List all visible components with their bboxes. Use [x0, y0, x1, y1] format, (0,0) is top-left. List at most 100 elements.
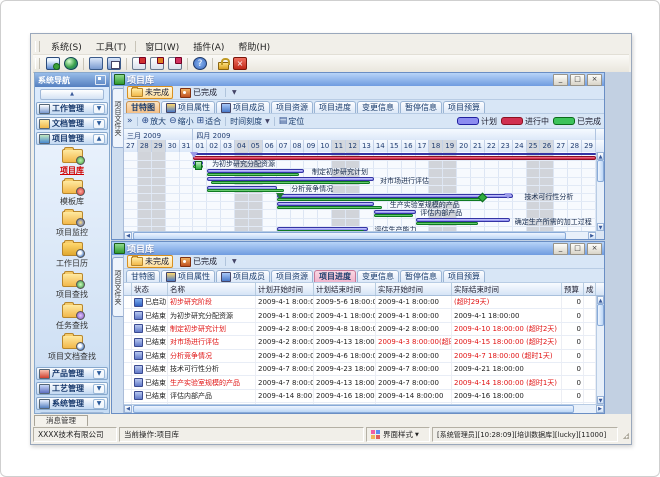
tab-1[interactable]: 项目属性: [161, 270, 215, 282]
tab-2[interactable]: 项目成员: [216, 101, 270, 113]
menubar-grip[interactable]: [35, 41, 40, 52]
sidebar-scroll-down-button[interactable]: ▼: [40, 412, 104, 414]
minimize-button[interactable]: _: [553, 74, 568, 86]
done-bar[interactable]: [207, 173, 299, 176]
ui-style-button[interactable]: 界面样式 ▼: [366, 427, 430, 442]
done-bar[interactable]: [374, 214, 413, 217]
resize-grip[interactable]: [620, 427, 629, 442]
chevron-down-icon[interactable]: ▼: [93, 369, 105, 379]
column-header-0[interactable]: [124, 283, 132, 295]
scroll-up-arrow[interactable]: ▲: [597, 296, 604, 304]
stop-icon[interactable]: [233, 57, 247, 70]
scroll-thumb[interactable]: [597, 160, 604, 182]
tab-5[interactable]: 变更信息: [357, 101, 399, 113]
sidebar-group-1[interactable]: 文档管理▼: [36, 117, 108, 130]
tab-6[interactable]: 暂停信息: [400, 101, 442, 113]
table-horizontal-scrollbar[interactable]: ◀ ▶: [124, 404, 604, 413]
menu-item-0[interactable]: 系统(S): [44, 39, 89, 54]
tab-7[interactable]: 项目预算: [443, 270, 485, 282]
tab-3[interactable]: 项目资源: [271, 270, 313, 282]
tab-7[interactable]: 项目预算: [443, 101, 485, 113]
sidebar-group-0[interactable]: 工作管理▼: [36, 102, 108, 115]
menu-item-4[interactable]: 帮助(H): [231, 39, 277, 54]
filter-unfinished-button[interactable]: 未完成: [127, 86, 173, 99]
tab-1[interactable]: 项目属性: [161, 101, 215, 113]
filter-completed-button[interactable]: 已完成: [176, 86, 221, 99]
report-icon[interactable]: [132, 57, 146, 70]
folder-icon[interactable]: [89, 57, 103, 70]
table-row[interactable]: 已结束技术可行性分析2009-4-7 8:00:002009-4-23 18:0…: [124, 363, 596, 376]
minimize-button[interactable]: _: [553, 243, 568, 255]
project-folder-tab[interactable]: 项目文件夹: [112, 257, 123, 317]
tab-4[interactable]: 项目进度: [314, 101, 356, 113]
sidebar-group-4[interactable]: 工艺管理▼: [36, 382, 108, 395]
globe-icon[interactable]: [64, 57, 78, 70]
table-row[interactable]: 已结束对市场进行评估2009-4-2 8:00:002009-4-13 18:0…: [124, 336, 596, 349]
table-row[interactable]: 已结束分析竞争情况2009-4-2 8:00:002009-4-6 18:00:…: [124, 350, 596, 363]
monitor-icon[interactable]: [46, 57, 60, 70]
menu-item-2[interactable]: 窗口(W): [138, 39, 186, 54]
close-button[interactable]: ×: [587, 74, 602, 86]
table-row[interactable]: 已结束为初步研究分配资源2009-4-1 8:00:002009-4-1 18:…: [124, 309, 596, 322]
tab-4[interactable]: 项目进度: [314, 270, 356, 282]
filter-more-icon[interactable]: ▼: [232, 258, 237, 265]
sidebar-item-1[interactable]: 模板库: [35, 177, 109, 208]
table-row[interactable]: 已启动初步研究阶段2009-4-1 8:00:002009-5-6 18:00:…: [124, 296, 596, 309]
chevron-up-icon[interactable]: ▲: [93, 134, 105, 144]
scroll-up-arrow[interactable]: ▲: [597, 152, 604, 160]
menu-item-1[interactable]: 工具(T): [89, 39, 134, 54]
column-header-2[interactable]: 名称: [168, 283, 256, 295]
table-row[interactable]: 已结束制定初步研究计划2009-4-2 8:00:002009-4-8 18:0…: [124, 323, 596, 336]
tab-3[interactable]: 项目资源: [271, 101, 313, 113]
table-row[interactable]: 已结束生产实验室规模的产品2009-4-7 8:00:002009-4-13 1…: [124, 376, 596, 389]
filter-more-icon[interactable]: ▼: [232, 89, 237, 96]
sidebar-item-5[interactable]: 任务查找: [35, 301, 109, 332]
pin-icon[interactable]: [95, 75, 106, 85]
toolbar-grip[interactable]: [35, 58, 40, 69]
project-folder-tab[interactable]: 项目文件夹: [112, 88, 123, 148]
tool-适合[interactable]: ⊞适合: [197, 116, 222, 127]
scroll-thumb[interactable]: [597, 304, 604, 326]
sidebar-item-6[interactable]: 项目文档查找: [35, 332, 109, 363]
sidebar-scroll-up-button[interactable]: ▲: [40, 89, 104, 100]
done-bar[interactable]: [207, 189, 283, 192]
report-edit-icon[interactable]: [150, 57, 164, 70]
sidebar-group-3[interactable]: 产品管理▼: [36, 367, 108, 380]
tab-2[interactable]: 项目成员: [216, 270, 270, 282]
folder-view-icon[interactable]: [107, 57, 121, 70]
scroll-down-arrow[interactable]: ▼: [597, 396, 604, 404]
gantt-vertical-scrollbar[interactable]: ▲ ▼: [596, 152, 604, 231]
restore-button[interactable]: □: [570, 74, 585, 86]
done-bar[interactable]: [277, 206, 383, 209]
summary-progress-bar[interactable]: [193, 156, 596, 160]
column-header-7[interactable]: 预算: [562, 283, 584, 295]
tab-0[interactable]: 甘特图: [126, 101, 160, 113]
sidebar-group-5[interactable]: 系统管理▼: [36, 397, 108, 410]
chevron-down-icon[interactable]: ▼: [93, 104, 105, 114]
overflow-chevron-icon[interactable]: »: [127, 117, 133, 126]
column-header-4[interactable]: 计划结束时间: [314, 283, 376, 295]
tab-6[interactable]: 暂停信息: [400, 270, 442, 282]
done-bar[interactable]: [211, 181, 369, 184]
column-header-8[interactable]: 成: [584, 283, 596, 295]
gantt-window-titlebar[interactable]: 项目库 _ □ ×: [112, 73, 604, 86]
scroll-thumb[interactable]: [133, 405, 574, 413]
filter-unfinished-button[interactable]: 未完成: [127, 255, 173, 268]
sidebar-item-0[interactable]: 项目库: [35, 146, 109, 177]
tab-0[interactable]: 甘特图: [126, 270, 160, 282]
chevron-down-icon[interactable]: ▼: [93, 399, 105, 409]
filter-completed-button[interactable]: 已完成: [176, 255, 221, 268]
summary-plan-bar[interactable]: [193, 153, 596, 155]
sidebar-group-2[interactable]: 项目管理▲: [36, 132, 108, 145]
menu-item-3[interactable]: 插件(A): [186, 39, 231, 54]
table-window-titlebar[interactable]: 项目库 _ □ ×: [112, 242, 604, 255]
column-header-5[interactable]: 实际开始时间: [376, 283, 452, 295]
sidebar-item-2[interactable]: 项目监控: [35, 208, 109, 239]
column-header-3[interactable]: 计划开始时间: [256, 283, 314, 295]
close-button[interactable]: ×: [587, 243, 602, 255]
scroll-down-arrow[interactable]: ▼: [597, 223, 604, 231]
table-vertical-scrollbar[interactable]: ▲ ▼: [596, 296, 604, 404]
scroll-right-arrow[interactable]: ▶: [588, 232, 596, 239]
column-header-1[interactable]: 状态: [132, 283, 168, 295]
tool-locate[interactable]: ▤定位: [279, 116, 305, 127]
